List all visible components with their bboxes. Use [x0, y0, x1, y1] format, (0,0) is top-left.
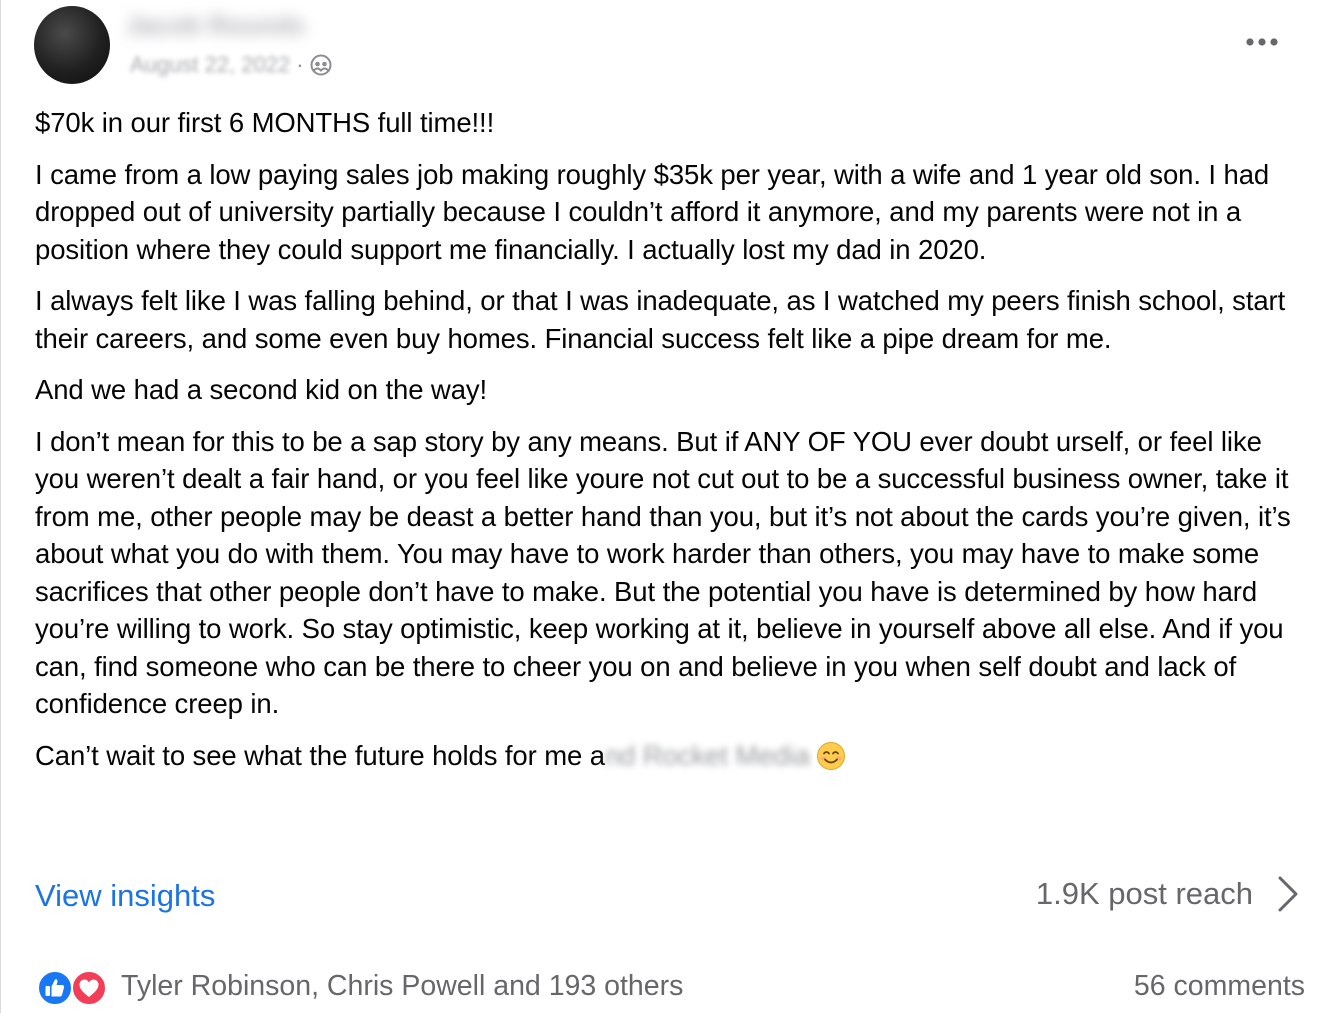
- post-paragraph: I always felt like I was falling behind,…: [35, 285, 1286, 354]
- reactions-row: Tyler Robinson, Chris Powell and 193 oth…: [35, 964, 1305, 1008]
- post-paragraph: I came from a low paying sales job makin…: [35, 158, 1270, 265]
- post-paragraph: And we had a second kid on the way!: [35, 374, 488, 405]
- smiling-face-emoji-icon: [816, 741, 845, 770]
- post-reach-button[interactable]: 1.9K post reach: [1036, 874, 1301, 914]
- insights-row: View insights 1.9K post reach: [35, 874, 1301, 920]
- meta-separator: ·: [296, 52, 304, 77]
- post-paragraph: I don’t mean for this to be a sap story …: [35, 425, 1291, 720]
- view-insights-link[interactable]: View insights: [35, 878, 215, 914]
- like-reaction-icon: [37, 970, 73, 1006]
- more-options-button[interactable]: [1240, 28, 1284, 56]
- reaction-icons[interactable]: [35, 966, 111, 1006]
- redacted-text: nd Rocket Media: [604, 739, 810, 771]
- post-headline: $70k in our first 6 MONTHS full time!!!: [35, 107, 495, 138]
- comments-count[interactable]: 56 comments: [1134, 970, 1305, 1003]
- feed-post: Jacob Rounds August 22, 2022 · $70k in o…: [0, 0, 1326, 1013]
- more-dots-icon: [1246, 38, 1278, 46]
- post-reach-label: 1.9K post reach: [1035, 876, 1253, 911]
- chevron-right-icon: [1278, 876, 1298, 912]
- post-meta: August 22, 2022 ·: [130, 52, 332, 78]
- author-name[interactable]: Jacob Rounds: [126, 10, 305, 41]
- group-members-icon: [310, 54, 332, 76]
- post-body: $70k in our first 6 MONTHS full time!!! …: [35, 104, 1307, 788]
- avatar[interactable]: [34, 6, 110, 84]
- closing-text: Can’t wait to see what the future holds …: [35, 739, 605, 771]
- post-closing-line: Can’t wait to see what the future holds …: [35, 737, 1307, 775]
- reactors-summary[interactable]: Tyler Robinson, Chris Powell and 193 oth…: [121, 970, 683, 1003]
- love-reaction-icon: [71, 970, 107, 1006]
- post-date[interactable]: August 22, 2022: [130, 52, 290, 78]
- post-header: Jacob Rounds August 22, 2022 ·: [34, 6, 1294, 92]
